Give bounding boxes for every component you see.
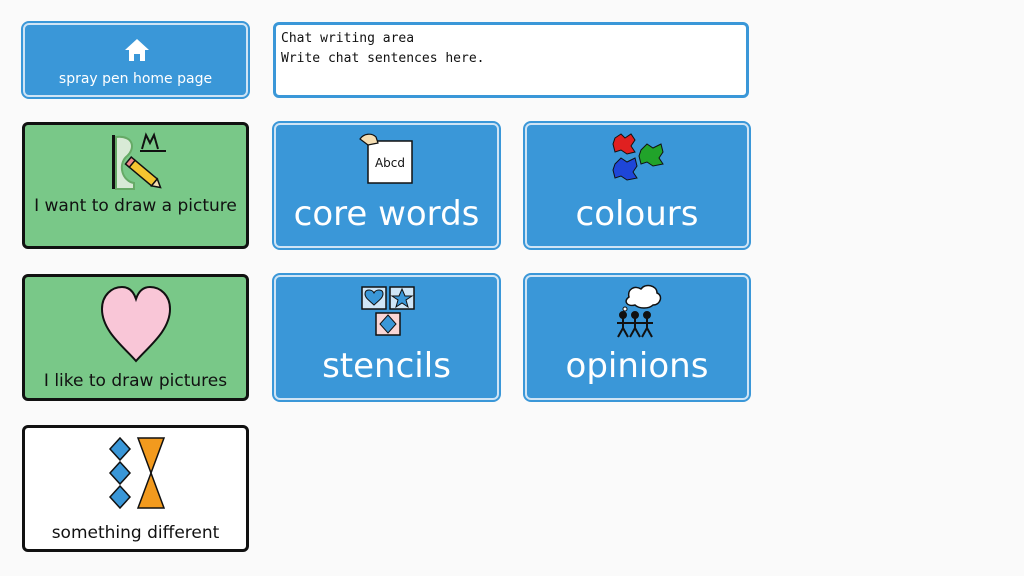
stencils-label: stencils bbox=[322, 346, 451, 386]
chat-placeholder: Write chat sentences here. bbox=[281, 51, 485, 66]
stencil-shapes-icon bbox=[361, 286, 415, 336]
home-page-button[interactable]: spray pen home page bbox=[23, 23, 248, 97]
something-different-label: something different bbox=[51, 523, 220, 543]
shapes-different-icon bbox=[108, 436, 166, 510]
opinions-label: opinions bbox=[565, 346, 709, 386]
draw-picture-label: I want to draw a picture bbox=[34, 196, 237, 216]
home-icon bbox=[125, 39, 149, 61]
stencils-button[interactable]: stencils bbox=[274, 275, 499, 400]
paint-splashes-icon bbox=[612, 133, 664, 181]
heart-icon bbox=[100, 285, 172, 363]
chat-title: Chat writing area bbox=[281, 31, 415, 46]
abcd-card-icon: Abcd bbox=[359, 133, 413, 184]
core-words-button[interactable]: Abcd core words bbox=[274, 123, 499, 248]
colours-label: colours bbox=[575, 194, 699, 234]
drawing-pencil-icon bbox=[112, 132, 166, 190]
core-words-label: core words bbox=[293, 194, 480, 234]
card-text: Abcd bbox=[375, 156, 405, 170]
home-button-label: spray pen home page bbox=[58, 71, 213, 87]
something-different-button[interactable]: something different bbox=[22, 425, 249, 552]
opinions-button[interactable]: opinions bbox=[525, 275, 749, 400]
like-draw-pictures-button[interactable]: I like to draw pictures bbox=[22, 274, 249, 401]
people-thinking-icon bbox=[617, 284, 662, 338]
chat-writing-area[interactable]: Chat writing area Write chat sentences h… bbox=[273, 22, 749, 98]
draw-picture-button[interactable]: I want to draw a picture bbox=[22, 122, 249, 249]
colours-button[interactable]: colours bbox=[525, 123, 749, 248]
like-draw-pictures-label: I like to draw pictures bbox=[43, 371, 228, 391]
